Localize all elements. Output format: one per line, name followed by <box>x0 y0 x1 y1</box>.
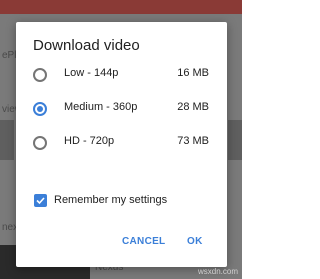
radio-button-selected[interactable] <box>33 102 47 116</box>
option-label: HD - 720p <box>64 135 115 147</box>
cancel-button[interactable]: CANCEL <box>122 236 165 247</box>
background-thumbnail <box>228 120 242 160</box>
option-medium-360p[interactable]: Medium - 360p 28 MB <box>16 94 227 124</box>
option-low-144p[interactable]: Low - 144p 16 MB <box>16 60 227 90</box>
option-label: Low - 144p <box>64 67 119 79</box>
watermark: wsxdn.com <box>197 267 238 276</box>
radio-button[interactable] <box>33 136 47 150</box>
option-size: 73 MB <box>177 135 209 147</box>
download-video-dialog: Download video Low - 144p 16 MB Medium -… <box>16 22 227 267</box>
checkmark-icon <box>36 197 45 205</box>
remember-settings-checkbox[interactable] <box>34 194 47 207</box>
background-thumbnail <box>0 120 14 160</box>
option-size: 16 MB <box>177 67 209 79</box>
background-header-bar <box>0 0 242 14</box>
ok-button[interactable]: OK <box>187 236 203 247</box>
option-hd-720p[interactable]: HD - 720p 73 MB <box>16 128 227 158</box>
screen: ePl view next Nexus Download video Low -… <box>0 0 242 279</box>
dialog-title: Download video <box>33 37 140 54</box>
background-text: ePl <box>2 50 17 61</box>
remember-settings-label: Remember my settings <box>54 194 168 206</box>
option-label: Medium - 360p <box>64 101 138 113</box>
radio-button[interactable] <box>33 68 47 82</box>
option-size: 28 MB <box>177 101 209 113</box>
